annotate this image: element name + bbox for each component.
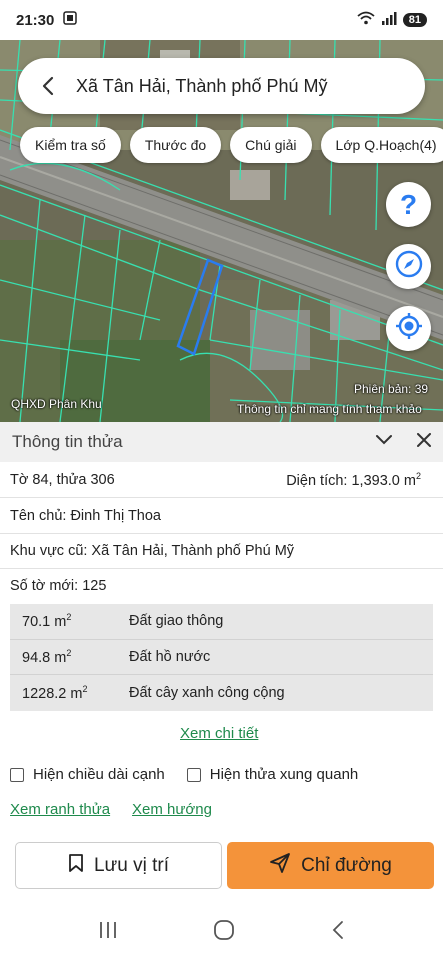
home-icon[interactable] bbox=[213, 919, 235, 946]
land-use-area: 1228.2 m2 bbox=[22, 683, 88, 702]
bookmark-icon bbox=[68, 853, 84, 879]
signal-icon bbox=[381, 11, 397, 29]
compass-icon bbox=[394, 249, 424, 284]
table-row: 1228.2 m2 Đất cây xanh công cộng bbox=[10, 675, 433, 711]
owner-name: Tên chủ: Đinh Thị Thoa bbox=[10, 507, 161, 524]
land-use-type: Đất hồ nước bbox=[129, 648, 211, 665]
land-use-type: Đất cây xanh công cộng bbox=[129, 684, 285, 701]
directions-button[interactable]: Chỉ đường bbox=[227, 842, 434, 889]
surrounding-parcels-checkbox[interactable]: Hiện thửa xung quanh bbox=[186, 766, 358, 783]
battery-icon: 81 bbox=[402, 13, 427, 27]
chip-legend[interactable]: Chú giải bbox=[230, 127, 312, 163]
checkbox-icon[interactable] bbox=[10, 767, 24, 782]
back-icon[interactable] bbox=[331, 920, 345, 945]
table-row: 70.1 m2 Đất giao thông bbox=[10, 604, 433, 640]
send-arrow-icon bbox=[269, 852, 291, 880]
land-use-area: 70.1 m2 bbox=[22, 612, 72, 631]
map-layer-label: QHXD Phân Khu bbox=[11, 397, 102, 411]
chip-planning-layers[interactable]: Lớp Q.Hoạch(4) bbox=[320, 127, 443, 163]
status-time: 21:30 bbox=[16, 11, 55, 29]
map-version-label: Phiên bản: 39 bbox=[354, 382, 429, 396]
edge-length-checkbox[interactable]: Hiện chiều dài cạnh bbox=[10, 766, 165, 783]
land-use-table: 70.1 m2 Đất giao thông 94.8 m2 Đất hồ nư… bbox=[10, 604, 433, 711]
view-detail-link[interactable]: Xem chi tiết bbox=[180, 725, 258, 742]
parcel-id-row: Tờ 84, thửa 306 Diện tích: 1,393.0 m2 bbox=[0, 462, 443, 498]
recent-apps-icon[interactable] bbox=[98, 920, 118, 945]
compass-button[interactable] bbox=[386, 244, 431, 289]
back-arrow-icon[interactable] bbox=[36, 74, 60, 98]
map-disclaimer: Thông tin chỉ mang tính tham khảo bbox=[237, 402, 422, 416]
view-direction-link[interactable]: Xem hướng bbox=[132, 801, 212, 818]
map-tools-row: Kiểm tra số Thước đo Chú giải Lớp Q.Hoạc… bbox=[20, 127, 443, 163]
owner-row: Tên chủ: Đinh Thị Thoa bbox=[0, 498, 443, 534]
display-options: Hiện chiều dài cạnh Hiện thửa xung quanh bbox=[10, 766, 358, 783]
my-location-button[interactable] bbox=[386, 306, 431, 351]
sheet-parcel: Tờ 84, thửa 306 bbox=[10, 471, 115, 488]
status-bar: 21:30 81 bbox=[0, 0, 443, 40]
land-use-type: Đất giao thông bbox=[129, 613, 224, 630]
old-area-row: Khu vực cũ: Xã Tân Hải, Thành phố Phú Mỹ bbox=[0, 533, 443, 569]
parcel-area: Diện tích: 1,393.0 m2 bbox=[286, 470, 421, 489]
checkbox-icon[interactable] bbox=[186, 767, 201, 782]
chip-ruler[interactable]: Thước đo bbox=[129, 127, 222, 163]
close-icon[interactable] bbox=[417, 432, 431, 452]
new-sheet-number: Số tờ mới: 125 bbox=[10, 578, 107, 594]
view-boundary-link[interactable]: Xem ranh thửa bbox=[10, 801, 110, 818]
panel-title: Thông tin thửa bbox=[12, 432, 123, 451]
land-use-area: 94.8 m2 bbox=[22, 647, 72, 666]
location-header: Xã Tân Hải, Thành phố Phú Mỹ bbox=[18, 58, 425, 114]
old-area: Khu vực cũ: Xã Tân Hải, Thành phố Phú Mỹ bbox=[10, 542, 295, 559]
chevron-down-icon[interactable] bbox=[375, 433, 393, 451]
table-row: 94.8 m2 Đất hồ nước bbox=[10, 640, 433, 675]
location-title: Xã Tân Hải, Thành phố Phú Mỹ bbox=[76, 75, 328, 96]
chip-check-number[interactable]: Kiểm tra số bbox=[20, 127, 121, 163]
help-button[interactable]: ? bbox=[386, 182, 431, 227]
new-sheet-row: Số tờ mới: 125 bbox=[0, 568, 443, 604]
system-navigation-bar bbox=[0, 905, 443, 960]
save-location-button[interactable]: Lưu vị trí bbox=[15, 842, 222, 889]
question-mark-icon: ? bbox=[399, 188, 418, 220]
locate-icon bbox=[394, 311, 424, 346]
screenshot-icon bbox=[62, 10, 78, 30]
parcel-panel-header: Thông tin thửa bbox=[0, 422, 443, 462]
wifi-icon bbox=[357, 11, 375, 29]
